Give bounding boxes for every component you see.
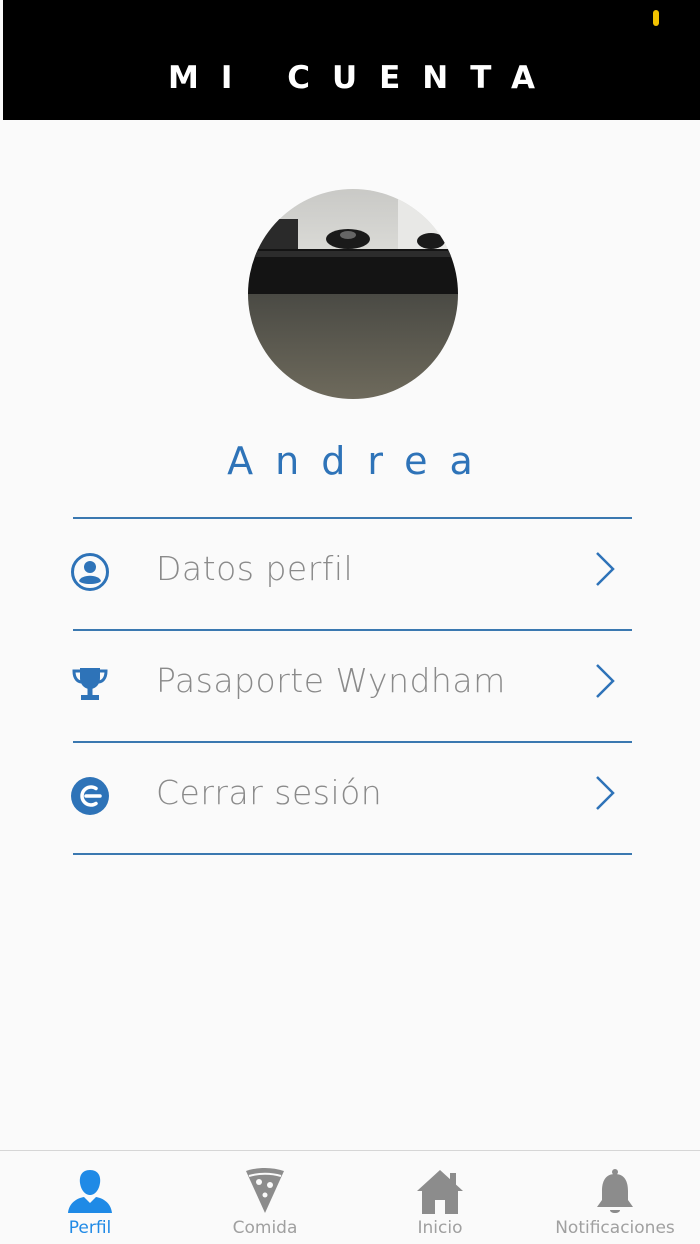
tab-label: Perfil [68,1218,112,1238]
trophy-icon [72,668,108,700]
header-bar: MI CUENTA [3,0,700,120]
divider [73,853,632,855]
profile-avatar[interactable] [248,189,458,399]
home-icon [417,1170,463,1214]
bottom-tab-bar: Perfil Comida Inicio Notificaciones [0,1150,700,1244]
tab-label: Comida [232,1218,298,1238]
menu-item-label: Cerrar sesión [156,773,383,812]
bell-icon [597,1169,633,1213]
logout-icon [71,777,109,815]
menu-item-label: Pasaporte Wyndham [156,661,506,700]
menu-item-pasaporte-wyndham[interactable]: Pasaporte Wyndham [72,631,632,741]
user-name: Andrea [227,439,495,483]
person-icon [68,1170,112,1213]
status-indicator [653,10,659,26]
tab-comida[interactable]: Comida [180,1151,350,1244]
menu-item-label: Datos perfil [156,549,354,588]
tab-notificaciones[interactable]: Notificaciones [530,1151,700,1244]
avatar-photo [248,189,458,399]
chevron-right-icon [596,664,615,698]
chevron-right-icon [596,776,615,810]
chevron-right-icon [596,552,615,586]
app-screen: MI CUENTA Andrea Datos perfil Pasaporte … [0,0,700,1244]
menu-item-cerrar-sesion[interactable]: Cerrar sesión [71,743,632,853]
pizza-icon [246,1168,284,1213]
tab-perfil[interactable]: Perfil [0,1151,180,1244]
tab-inicio[interactable]: Inicio [350,1151,530,1244]
tab-label: Inicio [417,1218,463,1238]
tab-label: Notificaciones [555,1218,675,1238]
page-title: MI CUENTA [168,60,557,96]
account-menu: Datos perfil Pasaporte Wyndham Cerrar se… [71,517,632,855]
user-circle-icon [71,553,109,591]
menu-item-datos-perfil[interactable]: Datos perfil [71,519,632,629]
